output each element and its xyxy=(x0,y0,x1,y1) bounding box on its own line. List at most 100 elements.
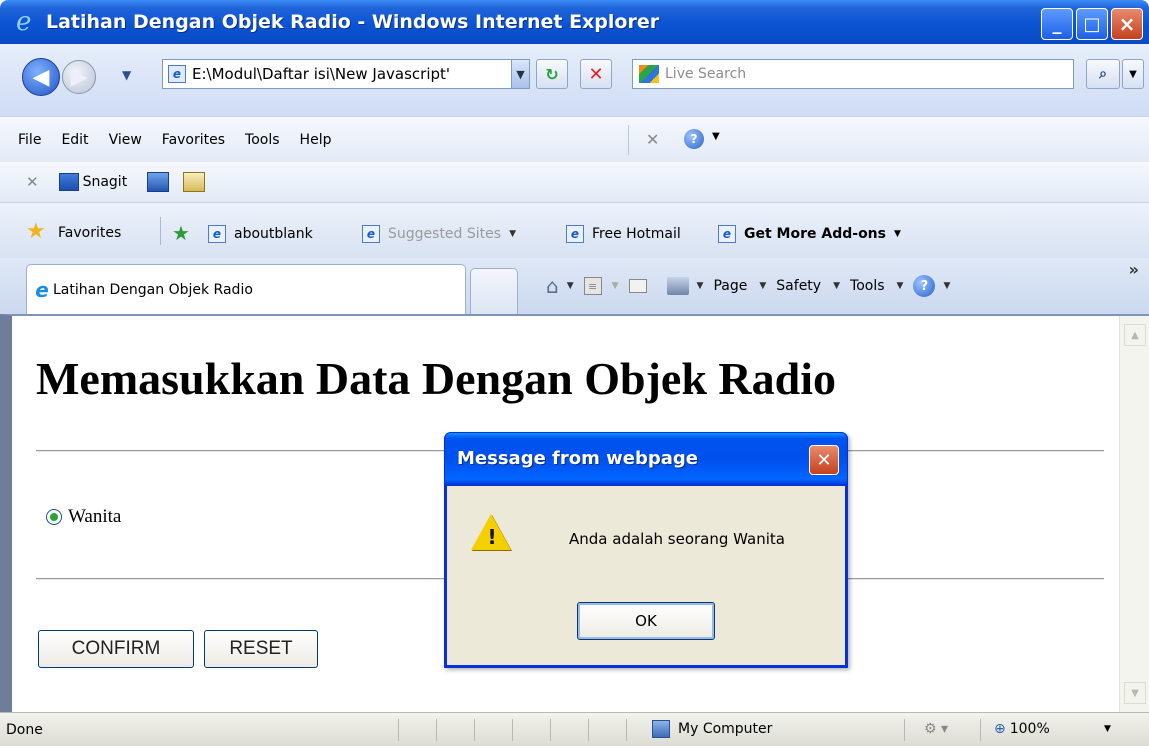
dialog-close-button[interactable]: ✕ xyxy=(809,445,839,475)
address-url[interactable]: E:\Modul\Daftar isi\New Javascript' xyxy=(192,65,511,83)
page-icon: e xyxy=(168,65,186,83)
menu-separator xyxy=(628,125,629,155)
back-button[interactable]: ◀ xyxy=(22,58,60,96)
menu-favorites[interactable]: Favorites xyxy=(162,132,225,148)
search-button[interactable]: ⌕ xyxy=(1086,59,1120,89)
help-dropdown-icon[interactable]: ▼ xyxy=(943,281,950,291)
favorites-separator xyxy=(160,217,161,245)
ie-page-icon: e xyxy=(718,225,736,243)
forward-button[interactable]: ▶ xyxy=(62,60,96,94)
scroll-down-icon[interactable]: ▼ xyxy=(1124,682,1146,704)
zoom-level[interactable]: ⊕ 100% xyxy=(994,721,1050,737)
window-title-bar: e Latihan Dengan Objek Radio - Windows I… xyxy=(0,0,1149,44)
help-dropdown-icon[interactable]: ▼ xyxy=(712,131,720,142)
menu-view[interactable]: View xyxy=(109,132,142,148)
menu-help[interactable]: Help xyxy=(300,132,332,148)
home-dropdown-icon[interactable]: ▼ xyxy=(567,281,574,291)
confirm-button[interactable]: CONFIRM xyxy=(38,630,194,668)
window-title: Latihan Dengan Objek Radio - Windows Int… xyxy=(46,11,660,33)
print-dropdown-icon[interactable]: ▼ xyxy=(697,281,704,291)
more-tools-chevron-icon[interactable]: » xyxy=(1129,260,1139,279)
fav-link-get-more-add-ons[interactable]: e Get More Add-ons ▼ xyxy=(718,225,901,243)
warning-exclamation-icon: ! xyxy=(487,525,497,549)
tools-dropdown-icon[interactable]: ▼ xyxy=(897,281,904,291)
close-toolbar-icon[interactable]: ✕ xyxy=(646,130,659,149)
zoom-icon: ⊕ xyxy=(994,721,1006,737)
menu-edit[interactable]: Edit xyxy=(61,132,88,148)
fav-link-suggested-sites[interactable]: e Suggested Sites ▼ xyxy=(362,225,516,243)
vertical-scrollbar[interactable]: ▲ ▼ xyxy=(1119,316,1149,712)
my-computer-icon xyxy=(652,720,670,738)
reset-button[interactable]: RESET xyxy=(204,630,318,668)
feeds-dropdown-icon[interactable]: ▼ xyxy=(612,281,619,291)
fav-link-label: Get More Add-ons xyxy=(744,226,886,242)
read-mail-icon[interactable] xyxy=(628,279,647,293)
fav-link-label: Suggested Sites xyxy=(388,226,502,242)
radio-label: Wanita xyxy=(68,506,122,527)
zoom-dropdown-icon[interactable]: ▼ xyxy=(1104,724,1111,734)
capture-icon[interactable] xyxy=(147,172,170,192)
search-placeholder: Live Search xyxy=(665,66,747,82)
close-toolbar-icon[interactable]: ✕ xyxy=(26,173,39,191)
favorites-bar: ★ Favorites ★ e aboutblank e Suggested S… xyxy=(0,202,1149,258)
home-icon[interactable]: ⌂ xyxy=(546,274,559,298)
help-icon[interactable]: ? xyxy=(684,129,704,149)
help-icon[interactable]: ? xyxy=(913,275,936,297)
status-divider xyxy=(588,719,589,741)
maximize-button[interactable]: □ xyxy=(1076,8,1108,40)
snagit-icon[interactable] xyxy=(58,173,79,191)
stop-button[interactable]: ✕ xyxy=(580,59,612,89)
feeds-icon[interactable]: ≡ xyxy=(583,277,602,295)
radio-button[interactable] xyxy=(46,509,62,525)
protected-mode-icon[interactable]: ⚙ ▾ xyxy=(924,721,948,737)
snagit-button[interactable]: Snagit xyxy=(83,174,128,190)
safety-menu-button[interactable]: Safety xyxy=(776,278,821,294)
tab-title: Latihan Dengan Objek Radio xyxy=(53,281,253,298)
search-input[interactable]: Live Search xyxy=(632,59,1074,89)
scroll-up-icon[interactable]: ▲ xyxy=(1124,324,1146,346)
recent-pages-dropdown[interactable]: ▼ xyxy=(122,68,131,82)
radio-option[interactable]: Wanita xyxy=(46,506,121,528)
fav-link-aboutblank[interactable]: e aboutblank xyxy=(208,225,313,243)
status-divider xyxy=(436,719,437,741)
status-divider xyxy=(398,719,399,741)
page-heading: Memasukkan Data Dengan Objek Radio xyxy=(36,353,836,404)
address-field[interactable]: e E:\Modul\Daftar isi\New Javascript' ▼ xyxy=(162,59,530,89)
favorites-star-icon[interactable]: ★ xyxy=(26,221,46,243)
new-tab-button[interactable] xyxy=(470,268,518,314)
close-window-button[interactable]: × xyxy=(1111,8,1143,40)
radio-selected-dot xyxy=(50,513,58,521)
dialog-title: Message from webpage xyxy=(457,448,698,469)
fav-link-label: Free Hotmail xyxy=(592,226,681,242)
search-options-dropdown[interactable]: ▼ xyxy=(1122,59,1144,89)
menu-tools[interactable]: Tools xyxy=(245,132,280,148)
live-search-icon xyxy=(639,65,659,83)
page-menu-button[interactable]: Page xyxy=(713,278,747,294)
favorites-button[interactable]: Favorites xyxy=(58,225,121,241)
snagit-toolbar: ✕ Snagit xyxy=(0,162,1149,202)
editor-icon[interactable] xyxy=(183,172,206,192)
tab-bar: e Latihan Dengan Objek Radio ⌂ ▼ ≡ ▼ ▼ P… xyxy=(0,258,1149,314)
alert-dialog: Message from webpage ✕ ! Anda adalah seo… xyxy=(444,432,848,668)
status-divider xyxy=(904,719,905,741)
menu-file[interactable]: File xyxy=(18,132,41,148)
ie-tab-icon: e xyxy=(35,277,49,302)
refresh-button[interactable]: ↻ xyxy=(536,59,568,89)
tab-active[interactable]: e Latihan Dengan Objek Radio xyxy=(26,264,466,314)
ok-button[interactable]: OK xyxy=(577,602,715,640)
zone-label: My Computer xyxy=(678,721,773,737)
address-dropdown-button[interactable]: ▼ xyxy=(511,60,529,88)
status-divider xyxy=(550,719,551,741)
add-favorite-icon[interactable]: ★ xyxy=(172,221,190,245)
page-dropdown-icon[interactable]: ▼ xyxy=(759,281,766,291)
status-divider xyxy=(474,719,475,741)
ie-page-icon: e xyxy=(362,225,380,243)
dialog-message: Anda adalah seorang Wanita xyxy=(569,530,785,548)
minimize-button[interactable]: _ xyxy=(1041,8,1073,40)
chevron-down-icon: ▼ xyxy=(893,229,901,239)
tools-menu-button[interactable]: Tools xyxy=(850,278,885,294)
fav-link-free-hotmail[interactable]: e Free Hotmail xyxy=(566,225,681,243)
status-divider xyxy=(626,719,627,741)
safety-dropdown-icon[interactable]: ▼ xyxy=(833,281,840,291)
print-icon[interactable] xyxy=(666,277,689,295)
